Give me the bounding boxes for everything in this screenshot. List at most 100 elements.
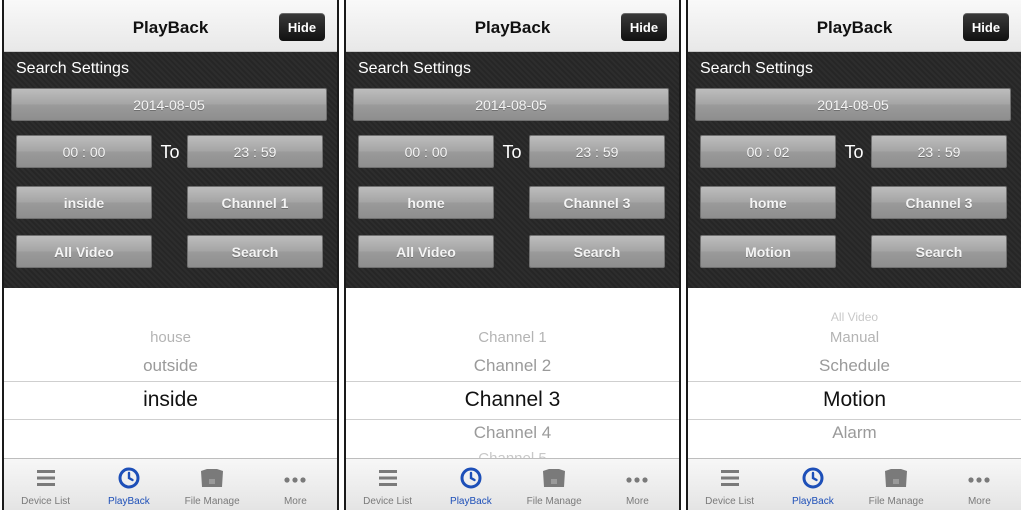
end-time-button[interactable]: 23 : 59 xyxy=(187,135,323,168)
picker-option[interactable]: Channel 5 xyxy=(346,450,679,458)
clock-icon xyxy=(802,467,824,489)
clock-icon xyxy=(118,467,140,489)
video-type-picker[interactable]: All Video Manual Schedule Motion Alarm xyxy=(688,288,1021,458)
tab-label: File Manage xyxy=(184,496,240,507)
picker-selection-line-bottom xyxy=(4,419,337,420)
tab-label: File Manage xyxy=(868,496,924,507)
tab-bar: Device List PlayBack File Manage More xyxy=(4,458,337,510)
tab-file-manage[interactable]: File Manage xyxy=(513,459,596,510)
folder-icon xyxy=(543,469,566,487)
start-time-button[interactable]: 00 : 00 xyxy=(16,135,152,168)
tab-more[interactable]: More xyxy=(938,459,1021,510)
video-type-button[interactable]: Motion xyxy=(700,235,836,268)
picker-option[interactable]: Channel 2 xyxy=(346,356,679,376)
phone-screen-3: PlayBack Hide Search Settings 2014-08-05… xyxy=(686,0,1021,510)
location-picker[interactable]: house outside inside xyxy=(4,288,337,458)
hide-button[interactable]: Hide xyxy=(279,13,325,41)
picker-option[interactable]: Alarm xyxy=(688,423,1021,443)
search-settings-panel: Search Settings 2014-08-05 00 : 02 To 23… xyxy=(688,52,1021,288)
picker-selection-line-bottom xyxy=(688,419,1021,420)
settings-title: Search Settings xyxy=(16,60,129,77)
tab-more[interactable]: More xyxy=(596,459,679,510)
to-label: To xyxy=(160,142,180,162)
tab-label: PlayBack xyxy=(792,496,834,507)
tab-file-manage[interactable]: File Manage xyxy=(855,459,938,510)
picker-option[interactable]: house xyxy=(4,329,337,346)
to-label: To xyxy=(502,142,522,162)
phone-screen-1: PlayBack Hide Search Settings 2014-08-05… xyxy=(2,0,339,510)
nav-bar: PlayBack Hide xyxy=(4,0,337,52)
picker-selection-line-top xyxy=(346,381,679,382)
video-type-button[interactable]: All Video xyxy=(358,235,494,268)
clock-icon xyxy=(460,467,482,489)
picker-option[interactable]: Manual xyxy=(688,329,1021,346)
tab-label: PlayBack xyxy=(108,496,150,507)
folder-icon xyxy=(885,469,908,487)
picker-option[interactable]: Channel 4 xyxy=(346,423,679,443)
tab-label: File Manage xyxy=(526,496,582,507)
phone-screen-2: PlayBack Hide Search Settings 2014-08-05… xyxy=(344,0,681,510)
settings-title: Search Settings xyxy=(358,60,471,77)
date-button[interactable]: 2014-08-05 xyxy=(695,88,1011,121)
tab-playback[interactable]: PlayBack xyxy=(771,459,854,510)
date-button[interactable]: 2014-08-05 xyxy=(11,88,327,121)
tab-device-list[interactable]: Device List xyxy=(4,459,87,510)
tab-device-list[interactable]: Device List xyxy=(688,459,771,510)
picker-selection-line-top xyxy=(688,381,1021,382)
tab-label: Device List xyxy=(363,496,413,507)
location-button[interactable]: home xyxy=(700,186,836,219)
nav-bar: PlayBack Hide xyxy=(688,0,1021,52)
picker-option[interactable]: Schedule xyxy=(688,356,1021,376)
tab-more[interactable]: More xyxy=(254,459,337,510)
list-icon xyxy=(720,470,739,486)
picker-option[interactable]: All Video xyxy=(688,310,1021,324)
search-settings-panel: Search Settings 2014-08-05 00 : 00 To 23… xyxy=(346,52,679,288)
tab-device-list[interactable]: Device List xyxy=(346,459,429,510)
video-type-button[interactable]: All Video xyxy=(16,235,152,268)
nav-bar: PlayBack Hide xyxy=(346,0,679,52)
search-button[interactable]: Search xyxy=(529,235,665,268)
search-button[interactable]: Search xyxy=(871,235,1007,268)
list-icon xyxy=(378,470,397,486)
start-time-button[interactable]: 00 : 02 xyxy=(700,135,836,168)
search-button[interactable]: Search xyxy=(187,235,323,268)
tab-bar: Device List PlayBack File Manage More xyxy=(688,458,1021,510)
picker-selection-line-bottom xyxy=(346,419,679,420)
tab-playback[interactable]: PlayBack xyxy=(87,459,170,510)
tab-label: PlayBack xyxy=(450,496,492,507)
search-settings-panel: Search Settings 2014-08-05 00 : 00 To 23… xyxy=(4,52,337,288)
picker-selection-line-top xyxy=(4,381,337,382)
folder-icon xyxy=(201,469,224,487)
picker-selected-option[interactable]: inside xyxy=(4,388,337,412)
location-button[interactable]: inside xyxy=(16,186,152,219)
hide-button[interactable]: Hide xyxy=(621,13,667,41)
more-dots-icon xyxy=(284,477,306,483)
settings-title: Search Settings xyxy=(700,60,813,77)
channel-picker[interactable]: Channel 1 Channel 2 Channel 3 Channel 4 … xyxy=(346,288,679,458)
channel-button[interactable]: Channel 1 xyxy=(187,186,323,219)
end-time-button[interactable]: 23 : 59 xyxy=(529,135,665,168)
picker-selected-option[interactable]: Channel 3 xyxy=(346,388,679,412)
to-label: To xyxy=(844,142,864,162)
tab-bar: Device List PlayBack File Manage More xyxy=(346,458,679,510)
tab-file-manage[interactable]: File Manage xyxy=(171,459,254,510)
picker-option[interactable]: outside xyxy=(4,356,337,376)
tab-label: More xyxy=(283,496,307,507)
tab-label: Device List xyxy=(705,496,755,507)
tab-label: More xyxy=(625,496,649,507)
tab-playback[interactable]: PlayBack xyxy=(429,459,512,510)
location-button[interactable]: home xyxy=(358,186,494,219)
picker-option[interactable]: Channel 1 xyxy=(346,329,679,346)
start-time-button[interactable]: 00 : 00 xyxy=(358,135,494,168)
hide-button[interactable]: Hide xyxy=(963,13,1009,41)
more-dots-icon xyxy=(626,477,648,483)
tab-label: Device List xyxy=(21,496,71,507)
end-time-button[interactable]: 23 : 59 xyxy=(871,135,1007,168)
more-dots-icon xyxy=(968,477,990,483)
list-icon xyxy=(36,470,55,486)
tab-label: More xyxy=(967,496,991,507)
channel-button[interactable]: Channel 3 xyxy=(529,186,665,219)
date-button[interactable]: 2014-08-05 xyxy=(353,88,669,121)
picker-selected-option[interactable]: Motion xyxy=(688,388,1021,412)
channel-button[interactable]: Channel 3 xyxy=(871,186,1007,219)
